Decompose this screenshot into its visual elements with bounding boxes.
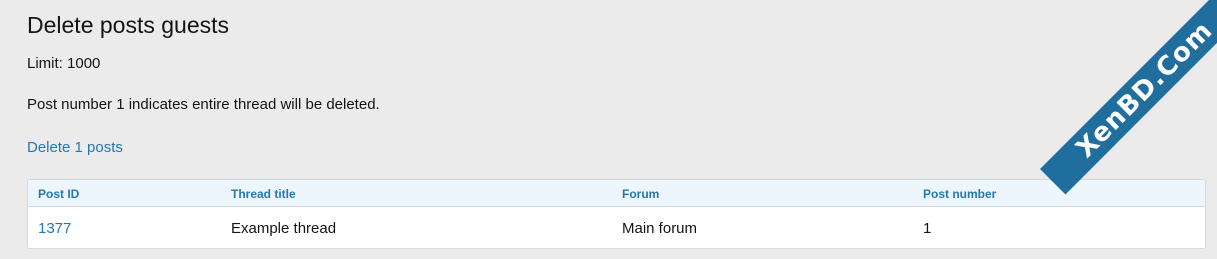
watermark-ribbon: XenBD.Com xyxy=(1040,0,1217,195)
thread-title-cell: Example thread xyxy=(231,220,337,237)
limit-text: Limit: 1000 xyxy=(27,55,101,72)
header-post-id[interactable]: Post ID xyxy=(38,187,79,201)
header-post-number[interactable]: Post number xyxy=(923,187,996,201)
delete-posts-link[interactable]: Delete 1 posts xyxy=(27,139,123,156)
table-header: Post ID Thread title Forum Post number xyxy=(28,180,1205,207)
header-thread-title[interactable]: Thread title xyxy=(231,187,296,201)
note-text: Post number 1 indicates entire thread wi… xyxy=(27,96,380,113)
post-number-cell: 1 xyxy=(923,220,932,237)
post-id-link[interactable]: 1377 xyxy=(38,220,71,237)
forum-cell: Main forum xyxy=(622,220,698,237)
page-title: Delete posts guests xyxy=(27,12,230,38)
watermark-text: XenBD.Com xyxy=(1070,15,1217,164)
header-forum[interactable]: Forum xyxy=(622,187,659,201)
table-row: 1377 Example thread Main forum 1 xyxy=(28,207,1205,248)
posts-table: Post ID Thread title Forum Post number 1… xyxy=(27,179,1206,249)
